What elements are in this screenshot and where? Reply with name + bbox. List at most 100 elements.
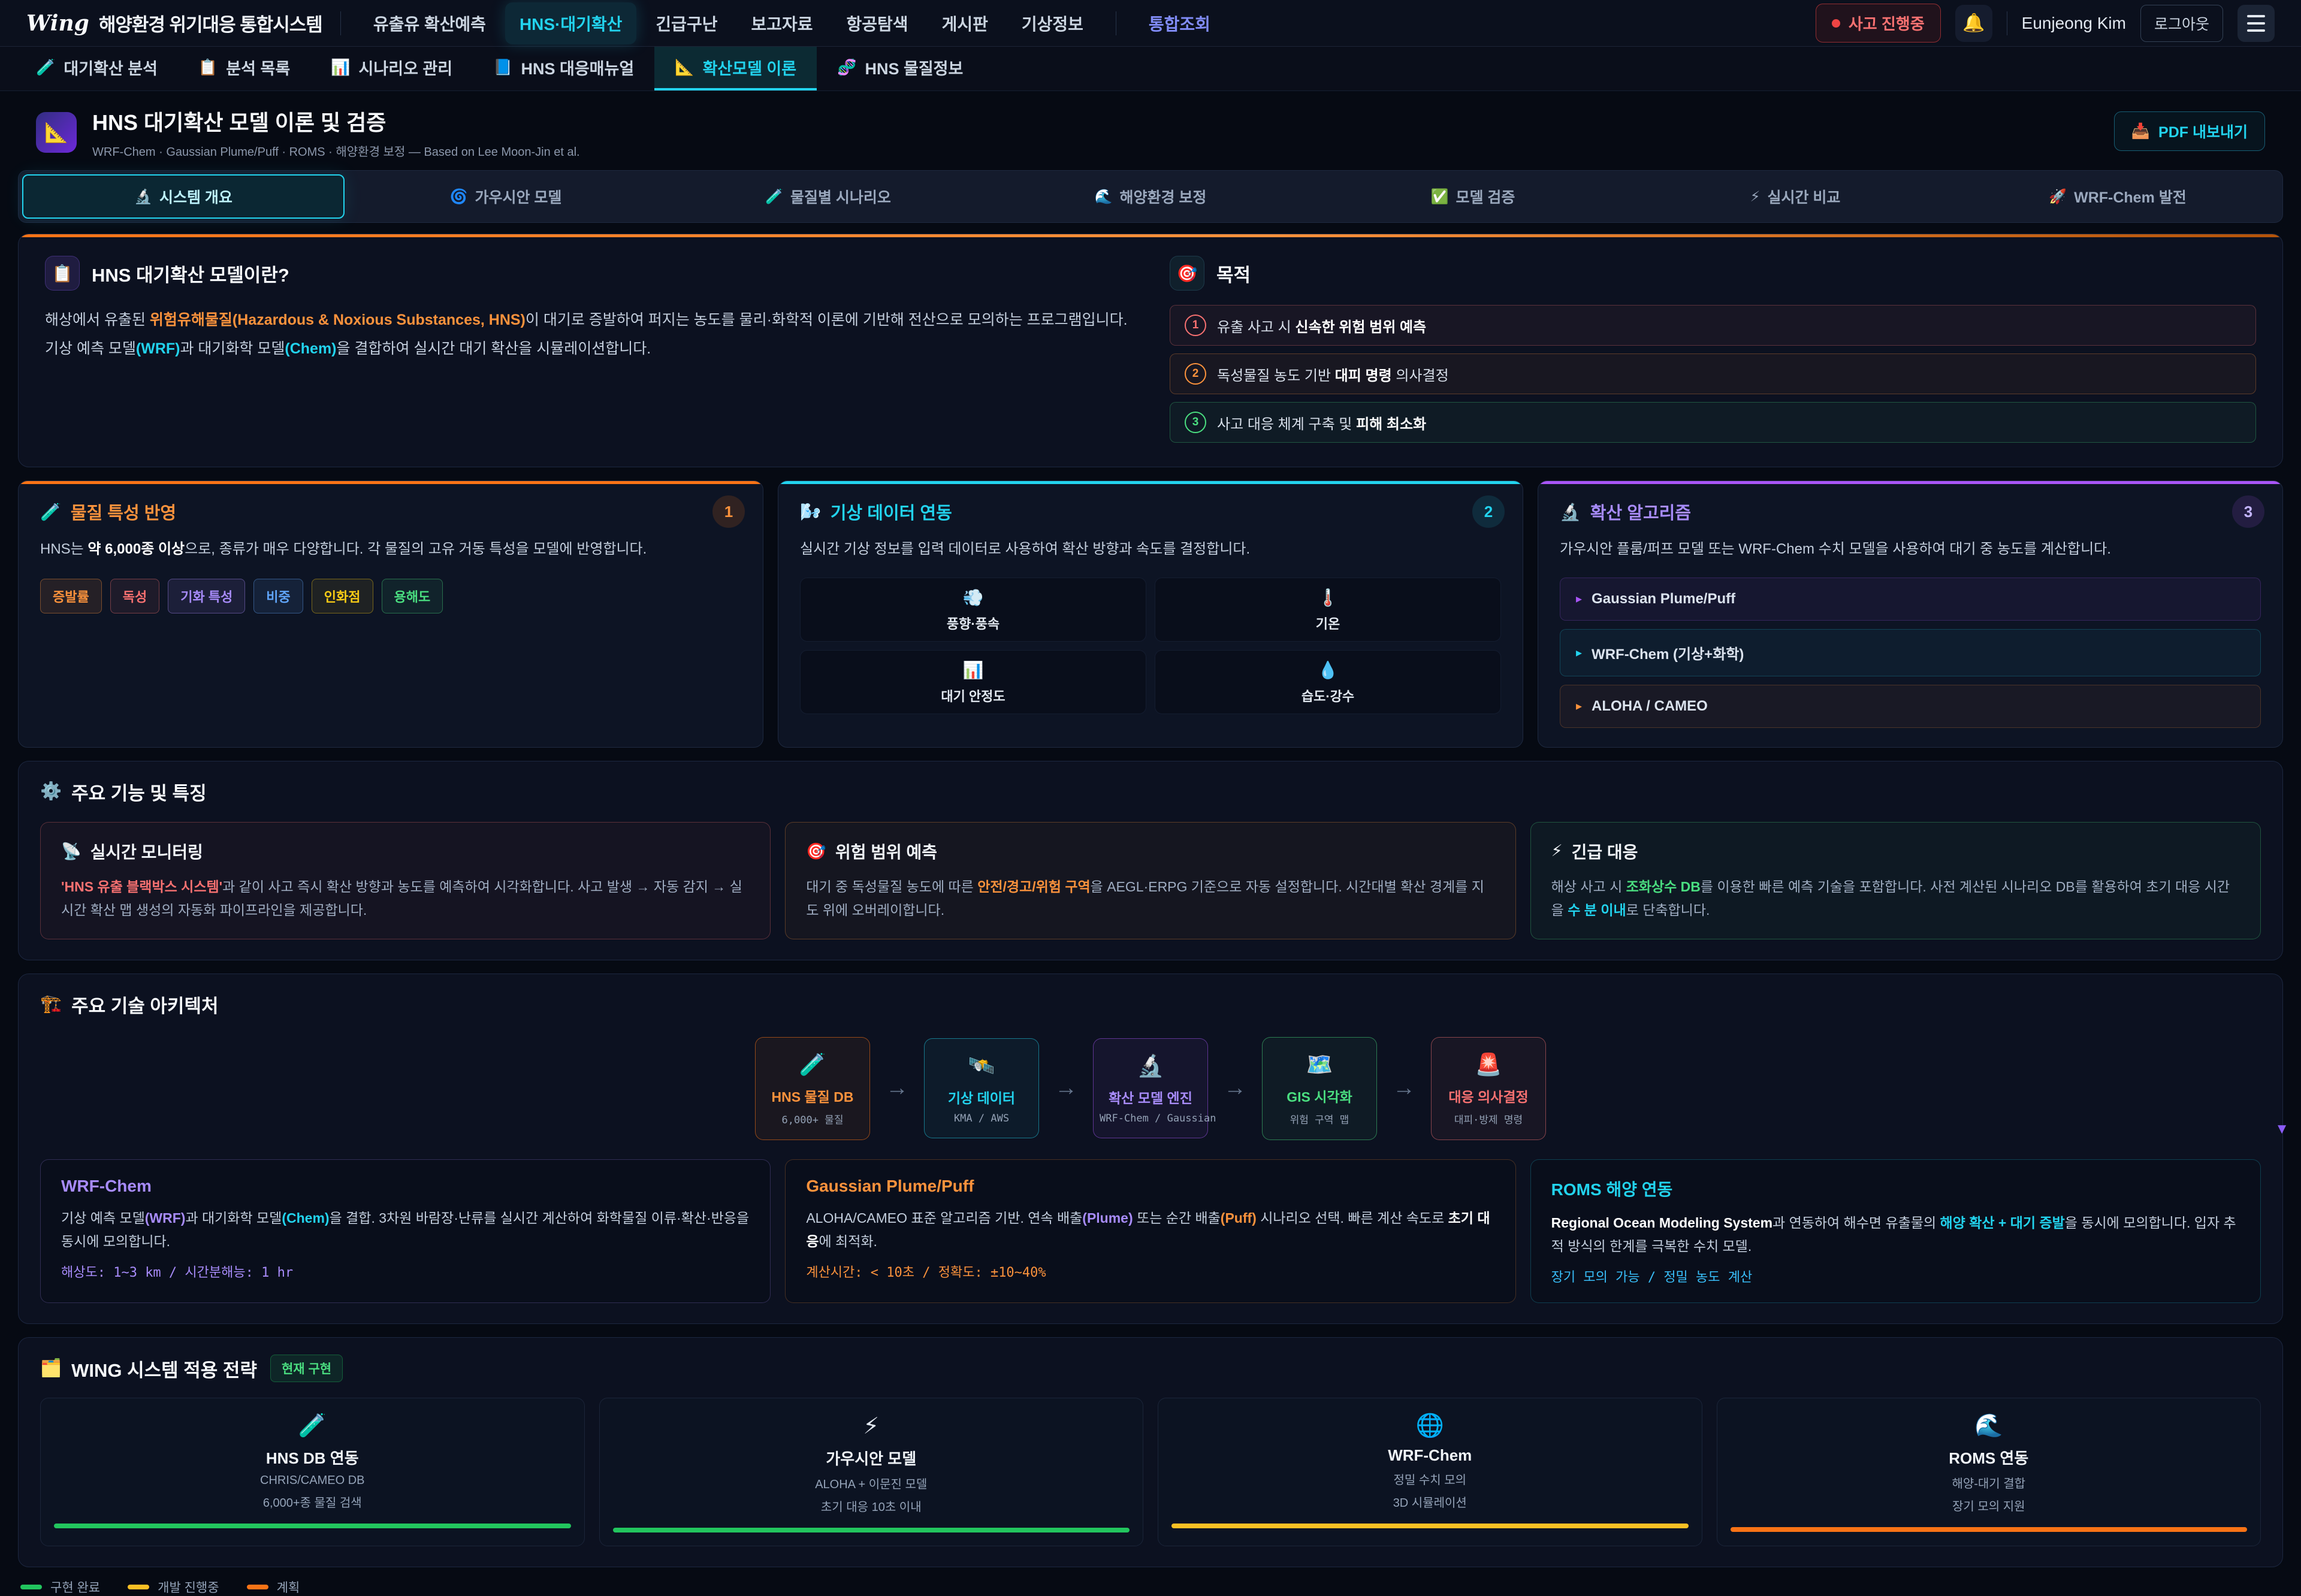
algorithm-item-label: Gaussian Plume/Puff xyxy=(1592,591,1735,607)
yellow-dash-icon xyxy=(128,1585,149,1589)
logout-button[interactable]: 로그아웃 xyxy=(2140,5,2223,42)
content-tab-bar: 🔬 시스템 개요 🌀 가우시안 모델 🧪 물질별 시나리오 🌊 해양환경 보정 … xyxy=(18,170,2283,223)
tab-label: 실시간 비교 xyxy=(1767,186,1840,207)
pdf-export-button[interactable]: 📥 PDF 내보내기 xyxy=(2114,111,2265,151)
wind-icon: 🌬️ xyxy=(800,502,821,522)
weather-item-label: 습도·강수 xyxy=(1302,686,1354,705)
tab-label: 가우시안 모델 xyxy=(475,186,561,207)
subnav-label: 대기확산 분석 xyxy=(64,56,158,79)
tab-gaussian-model[interactable]: 🌀 가우시안 모델 xyxy=(345,174,667,219)
pipeline-node-subtitle: 6,000+ 물질 xyxy=(762,1111,863,1126)
thermometer-icon: 🌡️ xyxy=(1318,588,1339,607)
topbar-right-group: 사고 진행중 🔔 Eunjeong Kim 로그아웃 xyxy=(1816,4,2275,43)
model-card-description: Regional Ocean Modeling System과 연동하여 해수면… xyxy=(1551,1211,2240,1258)
triangle-ruler-icon: 📐 xyxy=(675,58,694,77)
roms-model-card: ROMS 해양 연동 Regional Ocean Modeling Syste… xyxy=(1530,1159,2261,1303)
pipeline-node-hns-db: 🧪 HNS 물질 DB 6,000+ 물질 xyxy=(755,1037,870,1140)
features-section-title: 주요 기능 및 특징 xyxy=(71,778,206,805)
step-number-badge: 2 xyxy=(1472,495,1505,528)
intro-title: HNS 대기확산 모델이란? xyxy=(92,260,289,287)
notification-bell-button[interactable]: 🔔 xyxy=(1955,5,1992,42)
arrow-bullet-icon: ▸ xyxy=(1576,645,1582,660)
weather-item-label: 풍향·풍속 xyxy=(947,613,999,633)
weather-factor-grid: 💨 풍향·풍속 🌡️ 기온 📊 대기 안정도 💧 습도·강수 xyxy=(800,578,1501,714)
hamburger-menu-icon[interactable] xyxy=(2237,5,2275,42)
purpose-number-badge: 3 xyxy=(1185,412,1206,433)
orange-dash-icon xyxy=(247,1585,268,1589)
clipboard-icon: 📋 xyxy=(52,264,73,283)
pipeline-node-title: 기상 데이터 xyxy=(931,1087,1032,1107)
wing-section-header: 🗂️ WING 시스템 적용 전략 현재 구현 xyxy=(40,1355,2261,1382)
data-pipeline: 🧪 HNS 물질 DB 6,000+ 물질 → 🛰️ 기상 데이터 KMA / … xyxy=(40,1037,2261,1140)
lightning-icon: ⚡ xyxy=(613,1413,1130,1440)
feature-header: ⚡ 긴급 대응 xyxy=(1551,839,2240,863)
tab-substance-scenarios[interactable]: 🧪 물질별 시나리오 xyxy=(667,174,989,219)
tab-wrf-chem-evolution[interactable]: 🚀 WRF-Chem 발전 xyxy=(1956,174,2279,219)
menu-item-oil-spill[interactable]: 유출유 확산예측 xyxy=(359,2,500,44)
incident-status-badge[interactable]: 사고 진행중 xyxy=(1816,4,1941,43)
bar-chart-icon: 📊 xyxy=(963,660,984,680)
menu-item-integrated-search[interactable]: 통합조회 xyxy=(1134,2,1225,44)
weather-item-wind: 💨 풍향·풍속 xyxy=(800,578,1146,642)
purpose-number-badge: 1 xyxy=(1185,315,1206,336)
menu-item-reports[interactable]: 보고자료 xyxy=(736,2,827,44)
app-logo[interactable]: Wing 해양환경 위기대응 통합시스템 xyxy=(26,10,322,37)
subnav-label: 시나리오 관리 xyxy=(359,56,453,79)
architecture-section: 🏗️ 주요 기술 아키텍처 🧪 HNS 물질 DB 6,000+ 물질 → 🛰️… xyxy=(18,974,2283,1324)
triangle-ruler-icon: 📐 xyxy=(44,121,68,144)
tag-specific-gravity: 비중 xyxy=(253,579,303,613)
weather-item-label: 기온 xyxy=(1316,613,1340,633)
weather-item-temperature: 🌡️ 기온 xyxy=(1155,578,1501,642)
subnav-diffusion-model-theory[interactable]: 📐 확산모델 이론 xyxy=(654,47,817,90)
weather-card-header: 🌬️ 기상 데이터 연동 xyxy=(800,499,1501,524)
model-basics-cards: 1 🧪 물질 특성 반영 HNS는 약 6,000종 이상으로, 종류가 매우 … xyxy=(18,480,2283,748)
tab-marine-correction[interactable]: 🌊 해양환경 보정 xyxy=(989,174,1312,219)
menu-item-aerial-search[interactable]: 항공탐색 xyxy=(832,2,923,44)
feature-title-text: 위험 범위 예측 xyxy=(835,839,937,863)
wing-card-line: 6,000+종 물질 검색 xyxy=(54,1493,571,1510)
tab-system-overview[interactable]: 🔬 시스템 개요 xyxy=(22,174,345,219)
wing-card-hns-db: 🧪 HNS DB 연동 CHRIS/CAMEO DB 6,000+종 물질 검색 xyxy=(40,1398,585,1546)
subnav-diffusion-analysis[interactable]: 🧪 대기확산 분석 xyxy=(16,47,178,90)
subnav-hns-manual[interactable]: 📘 HNS 대응매뉴얼 xyxy=(473,47,654,90)
subnav-label: 분석 목록 xyxy=(226,56,290,79)
algorithm-card-text: 가우시안 플룸/퍼프 모델 또는 WRF-Chem 수치 모델을 사용하여 대기… xyxy=(1560,537,2261,562)
tag-flash-point: 인화점 xyxy=(312,579,373,613)
weather-item-humidity: 💧 습도·강수 xyxy=(1155,650,1501,714)
tab-realtime-comparison[interactable]: ⚡ 실시간 비교 xyxy=(1634,174,1956,219)
material-card-title: 물질 특성 반영 xyxy=(71,499,176,524)
tag-toxicity: 독성 xyxy=(110,579,159,613)
menu-item-hns-diffusion[interactable]: HNS·대기확산 xyxy=(505,2,636,44)
material-property-tags: 증발률 독성 기화 특성 비중 인화점 용해도 xyxy=(40,579,741,613)
tab-model-validation[interactable]: ✅ 모델 검증 xyxy=(1312,174,1634,219)
tab-label: 해양환경 보정 xyxy=(1119,186,1206,207)
main-content: 📋 HNS 대기확산 모델이란? 해상에서 유출된 위험유해물질(Hazardo… xyxy=(0,223,2301,1596)
menu-item-weather-info[interactable]: 기상정보 xyxy=(1007,2,1098,44)
feature-title-text: 실시간 모니터링 xyxy=(90,839,203,863)
menu-item-rescue[interactable]: 긴급구난 xyxy=(641,2,732,44)
diffusion-algorithm-card: 3 🔬 확산 알고리즘 가우시안 플룸/퍼프 모델 또는 WRF-Chem 수치… xyxy=(1538,480,2283,748)
algorithm-item-aloha: ▸ ALOHA / CAMEO xyxy=(1560,685,2261,728)
wing-card-line: 초기 대응 10초 이내 xyxy=(613,1497,1130,1515)
wing-card-title: 가우시안 모델 xyxy=(613,1447,1130,1469)
world-map-icon: 🗺️ xyxy=(1269,1052,1370,1077)
check-icon: ✅ xyxy=(1431,188,1449,205)
weather-card-text: 실시간 기상 정보를 입력 데이터로 사용하여 확산 방향과 속도를 결정합니다… xyxy=(800,537,1501,562)
subnav-analysis-list[interactable]: 📋 분석 목록 xyxy=(178,47,310,90)
app-title: 해양환경 위기대응 통합시스템 xyxy=(99,10,322,37)
features-section-header: ⚙️ 주요 기능 및 특징 xyxy=(40,778,2261,805)
page-subtitle: WRF-Chem · Gaussian Plume/Puff · ROMS · … xyxy=(92,142,580,159)
legend-label: 구현 완료 xyxy=(50,1578,100,1596)
purpose-item-2: 2 독성물질 농도 기반 대피 명령 의사결정 xyxy=(1170,353,2256,394)
purpose-header: 🎯 목적 xyxy=(1170,256,2256,291)
clipboard-icon: 📋 xyxy=(198,58,218,77)
weather-item-stability: 📊 대기 안정도 xyxy=(800,650,1146,714)
test-tube-icon: 🧪 xyxy=(36,58,55,77)
card-index-icon: 🗂️ xyxy=(40,1358,62,1379)
wing-card-roms: 🌊 ROMS 연동 해양-대기 결합 장기 모의 지원 xyxy=(1717,1398,2261,1546)
menu-item-board[interactable]: 게시판 xyxy=(928,2,1002,44)
subnav-scenario-management[interactable]: 📊 시나리오 관리 xyxy=(310,47,473,90)
pipeline-node-weather-data: 🛰️ 기상 데이터 KMA / AWS xyxy=(924,1038,1039,1138)
subnav-hns-substance-info[interactable]: 🧬 HNS 물질정보 xyxy=(817,47,983,90)
green-dash-icon xyxy=(20,1585,42,1589)
